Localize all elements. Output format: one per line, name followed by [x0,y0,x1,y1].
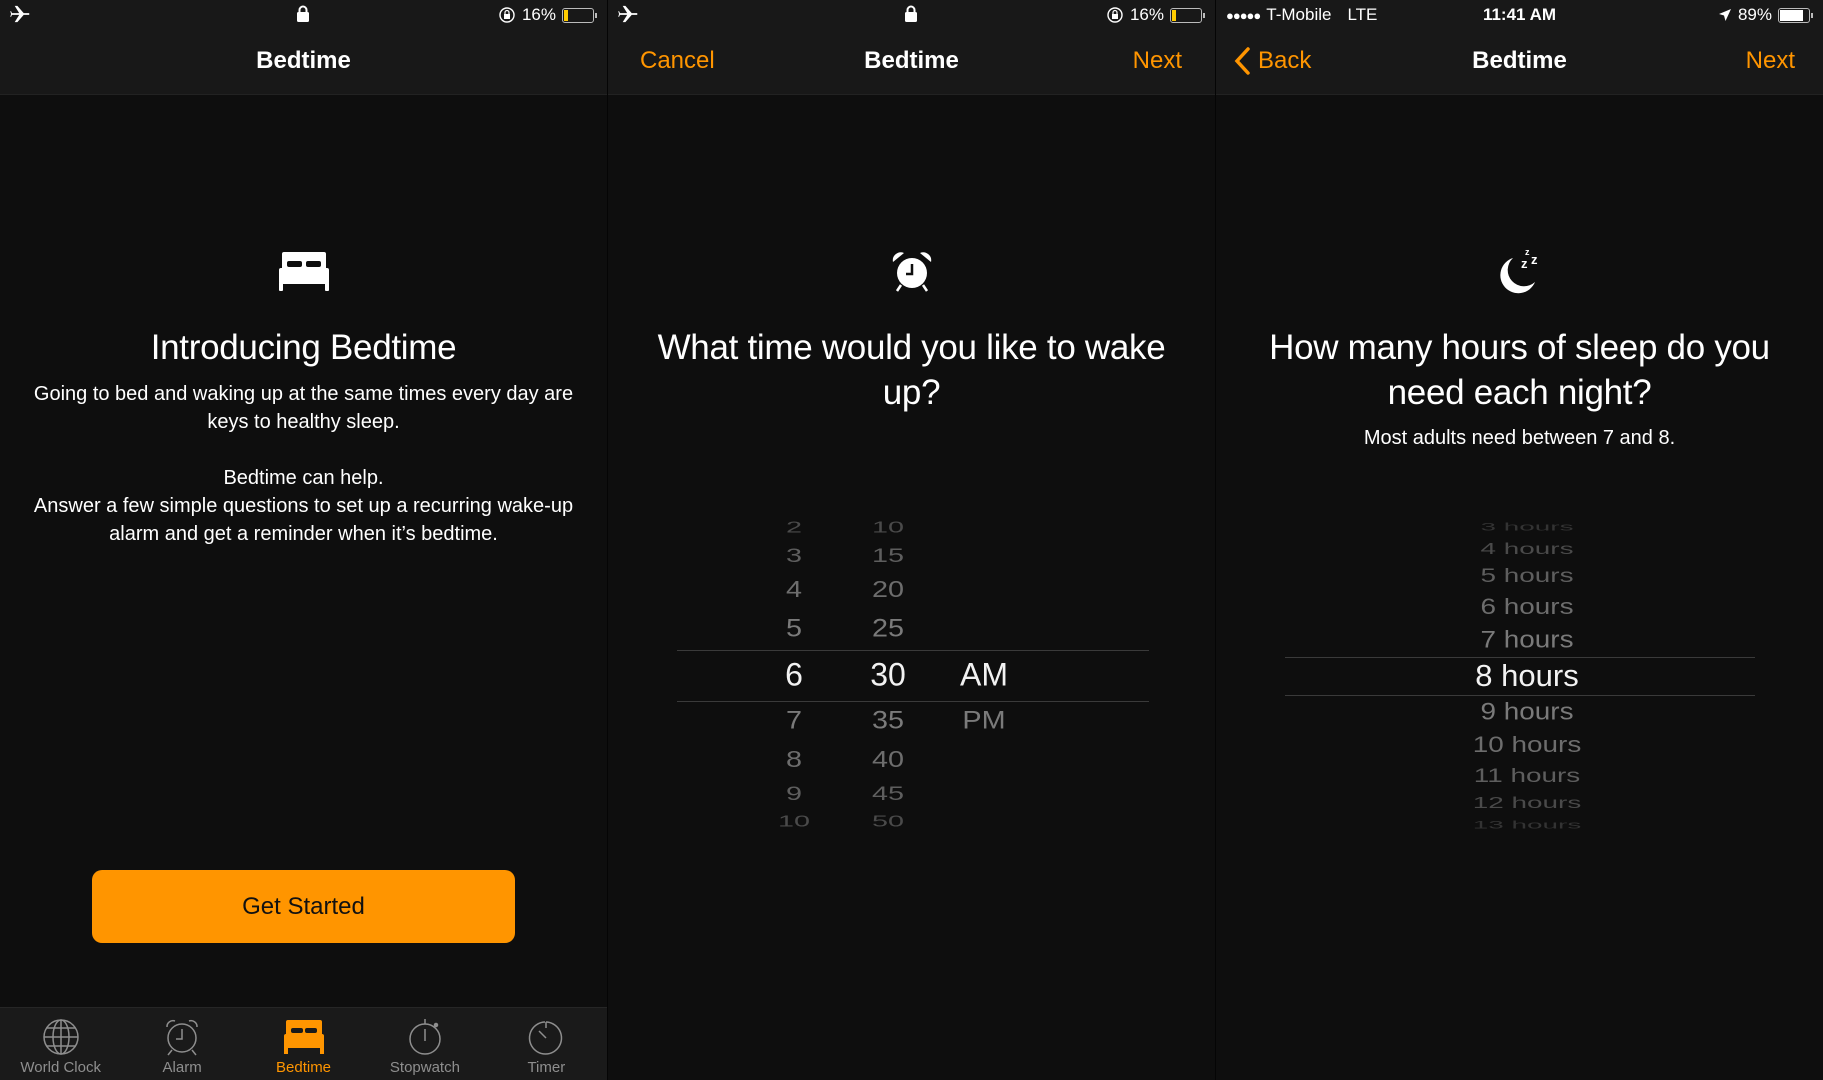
location-arrow-icon [1718,9,1731,21]
sleep-hours-hint: Most adults need between 7 and 8. [1363,427,1676,449]
tab-label: Timer [527,1059,566,1076]
battery-icon [1778,7,1813,23]
picker-option[interactable]: 2 [786,519,802,537]
status-bar: 16% [0,0,607,30]
picker-option[interactable]: 4 hours [1480,540,1573,558]
hours-wheel[interactable]: 3 hours 4 hours 5 hours 6 hours 7 hours 8 hou… [1285,521,1755,831]
timer-icon [529,1021,563,1055]
tab-label: Alarm [162,1059,202,1076]
next-button[interactable]: Next [1133,47,1182,75]
battery-fill [1172,9,1176,21]
stopwatch-icon [409,1019,441,1055]
question-line: What time would you like to wake [657,328,1166,367]
question-line: How many hours of sleep do you [1269,328,1770,367]
tab-timer[interactable]: Timer [486,1008,607,1080]
intro-title: Introducing Bedtime [150,328,457,367]
alarm-clock-icon [890,250,934,299]
picker-option[interactable]: 3 hours [1480,521,1573,534]
tab-alarm[interactable]: Alarm [121,1008,242,1080]
picker-selected-value[interactable]: 8 hours [1475,658,1578,694]
battery-percent: 16% [1129,5,1164,24]
tab-label: World Clock [20,1059,101,1076]
lock-icon [296,5,310,23]
battery-status: 16% [498,5,597,25]
picker-option[interactable]: 50 [872,813,904,831]
picker-option[interactable]: 9 hours [1480,698,1573,726]
battery-status: 16% [1106,5,1205,25]
battery-percent: 16% [521,5,556,24]
globe-icon [42,1019,79,1055]
picker-option[interactable]: 10 [778,813,810,831]
get-started-button[interactable]: Get Started [92,870,515,943]
tab-world-clock[interactable]: World Clock [0,1008,121,1080]
battery-fill [564,9,568,21]
wake-time-picker[interactable]: 2 3 4 5 6 7 8 9 10 10 15 20 25 30 35 40 45 50 AM PM [677,519,1149,831]
bed-icon [283,1020,324,1054]
wake-time-screen: 16% Cancel Bedtime Next What time would … [608,0,1215,1080]
battery-icon [1170,7,1205,23]
alarm-clock-icon [166,1019,198,1056]
svg-text:z: z [1531,252,1538,267]
tab-bedtime[interactable]: Bedtime [243,1008,364,1080]
picker-option[interactable]: 11 hours [1474,765,1580,787]
picker-option[interactable]: 6 hours [1480,594,1573,620]
navigation-bar: Cancel Bedtime Next [608,30,1215,95]
picker-option[interactable]: 5 hours [1480,565,1573,587]
next-button[interactable]: Next [1746,47,1795,75]
sleep-hours-screen: ●●●●● T-Mobile LTE 11:41 AM 89% Back Bed… [1216,0,1823,1080]
picker-option[interactable]: 7 hours [1480,626,1573,654]
battery-icon [562,7,597,23]
intro-screen: 16% Bedtime Introducing Bedtime Going to… [0,0,607,1080]
help-line: alarm and get a reminder when it’s bedti… [109,523,498,545]
picker-option[interactable]: 10 hours [1473,732,1582,758]
airplane-icon [618,5,640,23]
question-line: need each night? [1387,373,1652,412]
intro-help-text: Bedtime can help. Answer a few simple qu… [6,464,601,548]
description-line: Going to bed and waking up at the same t… [33,383,574,405]
nav-title: Bedtime [256,47,351,74]
sleep-hours-picker[interactable]: 3 hours 4 hours 5 hours 6 hours 7 hours 8 hou… [1285,521,1755,831]
svg-text:z: z [1521,256,1528,271]
wake-time-question: What time would you like to wake up? [628,325,1195,415]
picker-selected-value[interactable]: AM [960,657,1008,694]
picker-option[interactable]: 10 [872,519,904,537]
navigation-bar: Back Bedtime Next [1216,30,1823,95]
airplane-icon [10,5,32,23]
status-bar: 16% [608,0,1215,30]
period-wheel[interactable]: AM PM [677,540,1149,810]
rotation-lock-icon [499,7,515,23]
status-bar: ●●●●● T-Mobile LTE 11:41 AM 89% [1216,0,1823,30]
help-line: Bedtime can help. [223,467,384,489]
nav-title: Bedtime [1472,47,1567,74]
rotation-lock-icon [1107,7,1123,23]
tab-bar: World Clock Alarm Bedtime Stopwatch Time… [0,1007,607,1080]
tab-stopwatch[interactable]: Stopwatch [364,1008,485,1080]
svg-text:z: z [1525,247,1530,257]
picker-option[interactable]: 12 hours [1473,794,1582,812]
battery-status: 89% [1718,5,1813,25]
picker-option[interactable]: PM [962,707,1005,735]
moon-zzz-icon: zzz [1495,244,1545,301]
tab-label: Bedtime [276,1059,332,1076]
nav-title: Bedtime [864,47,959,74]
battery-fill [1780,9,1803,21]
tab-label: Stopwatch [389,1059,460,1076]
battery-percent: 89% [1737,5,1772,24]
lock-icon [904,5,918,23]
sleep-hours-question: How many hours of sleep do you need each… [1236,325,1803,415]
navigation-bar: Bedtime [0,30,607,95]
bed-icon [277,248,331,299]
help-line: Answer a few simple questions to set up … [33,495,574,517]
picker-option[interactable]: 13 hours [1473,819,1582,832]
description-line: keys to healthy sleep. [207,411,400,433]
intro-description: Going to bed and waking up at the same t… [6,380,601,436]
question-line: up? [882,373,941,412]
